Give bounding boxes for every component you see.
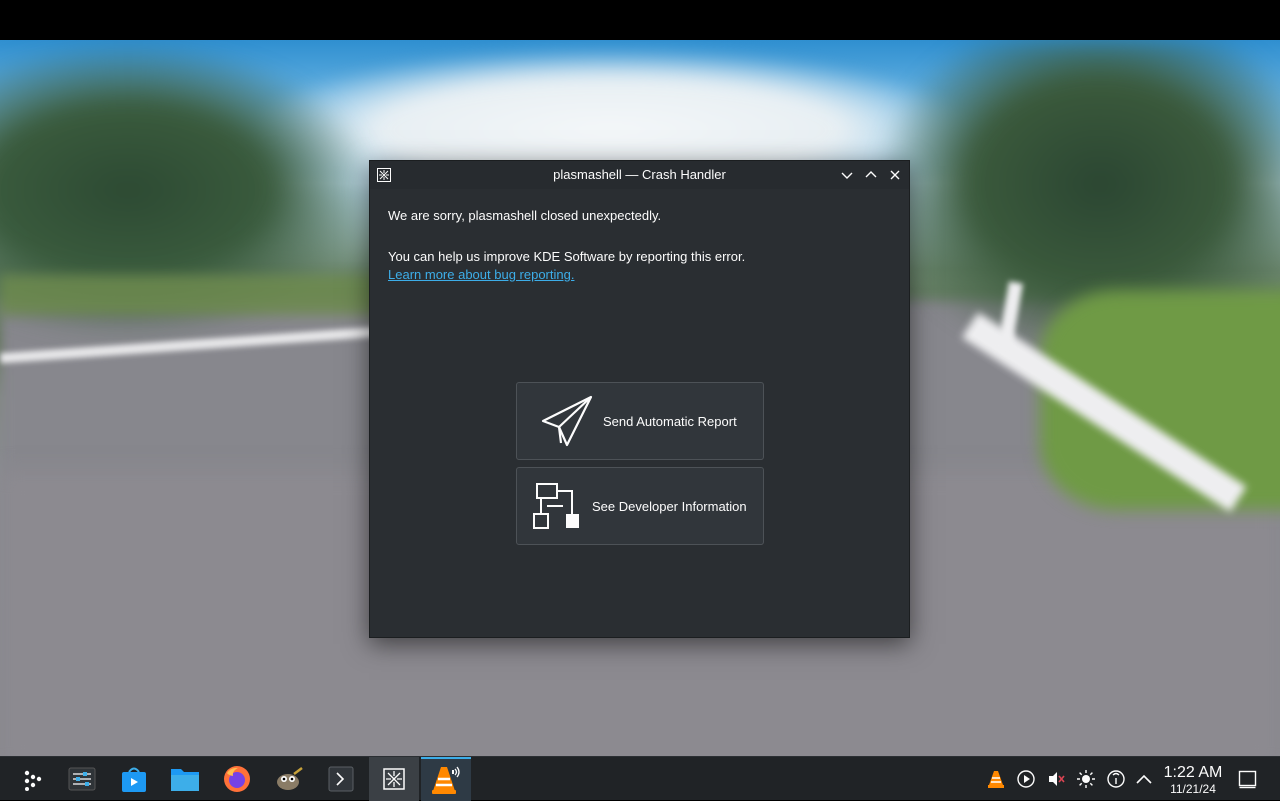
dialog-title: plasmashell — Crash Handler <box>553 167 726 182</box>
send-automatic-report-label: Send Automatic Report <box>603 414 737 429</box>
crash-handler-task[interactable] <box>369 757 419 801</box>
firefox-icon <box>224 766 250 792</box>
clock-time: 1:22 AM <box>1163 764 1223 781</box>
developer-info-diagram-icon <box>533 483 579 529</box>
dialog-content: We are sorry, plasmashell closed unexpec… <box>370 189 909 284</box>
discover-icon <box>122 767 146 792</box>
show-hidden-icon[interactable] <box>1134 769 1154 789</box>
media-player-icon[interactable] <box>1016 769 1036 789</box>
paper-plane-icon <box>541 395 593 447</box>
clock-date: 11/21/24 <box>1170 782 1216 796</box>
gimp-icon <box>277 767 303 790</box>
vlc-tray-icon[interactable] <box>986 769 1006 789</box>
show-desktop-icon[interactable] <box>1238 770 1257 789</box>
network-icon[interactable] <box>1106 769 1126 789</box>
system-settings-button[interactable] <box>57 757 107 801</box>
see-developer-information-button[interactable]: See Developer Information <box>516 467 764 545</box>
crash-handler-icon <box>383 768 405 790</box>
gimp-button[interactable] <box>264 757 314 801</box>
minimize-icon[interactable] <box>839 167 855 183</box>
vlc-icon <box>432 766 460 794</box>
crash-message: We are sorry, plasmashell closed unexpec… <box>388 208 662 223</box>
discover-button[interactable] <box>109 757 159 801</box>
crash-handler-dialog: plasmashell — Crash Handler We are sorry… <box>369 160 910 638</box>
application-launcher-button[interactable] <box>8 757 58 801</box>
system-settings-icon <box>68 767 96 791</box>
digital-clock[interactable]: 1:22 AM 11/21/24 <box>1160 764 1226 796</box>
close-icon[interactable] <box>887 167 903 183</box>
dialog-titlebar[interactable]: plasmashell — Crash Handler <box>370 161 909 189</box>
files-icon <box>171 769 199 791</box>
volume-muted-icon[interactable] <box>1046 769 1066 789</box>
firefox-button[interactable] <box>212 757 262 801</box>
vlc-task[interactable] <box>421 757 471 801</box>
bug-reporting-link[interactable]: Learn more about bug reporting. <box>388 267 574 282</box>
taskbar: 1:22 AM 11/21/24 <box>0 756 1280 801</box>
help-text: You can help us improve KDE Software by … <box>388 249 746 264</box>
konsole-icon <box>328 766 354 792</box>
maximize-icon[interactable] <box>863 167 879 183</box>
files-button[interactable] <box>160 757 210 801</box>
brightness-icon[interactable] <box>1076 769 1096 789</box>
send-automatic-report-button[interactable]: Send Automatic Report <box>516 382 764 460</box>
konsole-button[interactable] <box>316 757 366 801</box>
see-developer-information-label: See Developer Information <box>592 499 747 514</box>
application-launcher-icon <box>24 770 42 791</box>
top-black-bar <box>0 0 1280 40</box>
